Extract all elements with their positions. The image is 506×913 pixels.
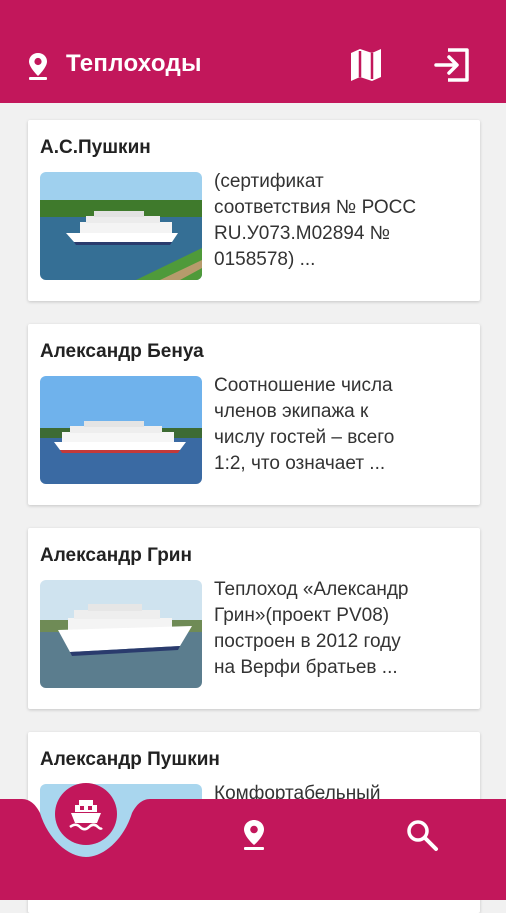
app-bar: Теплоходы [0, 0, 506, 103]
ship-name: Александр Пушкин [40, 749, 220, 770]
ship-photo [40, 580, 202, 688]
page-title: Теплоходы [66, 50, 202, 77]
ship-name: Александр Бенуа [40, 341, 204, 362]
ship-icon [69, 800, 103, 831]
ship-name: Александр Грин [40, 545, 192, 566]
ship-description: (сертификат соответствия № РОСС RU.У073.… [214, 171, 417, 270]
ship-card[interactable]: Александр Бенуа Соотношение числа членов… [28, 324, 480, 505]
ship-photo [40, 172, 202, 280]
logout-icon[interactable] [434, 47, 474, 83]
search-icon[interactable] [405, 818, 439, 852]
ship-photo [40, 376, 202, 484]
ship-card[interactable]: А.С.Пушкин (сертификат соответствия № РО… [28, 120, 480, 301]
ship-description: Соотношение числа членов экипажа к числу… [214, 375, 395, 474]
location-pin-icon [29, 53, 47, 80]
ship-description: Теплоход «Александр Грин»(проект PV08) п… [214, 579, 409, 678]
ship-card[interactable]: Александр Грин Теплоход «Александр Грин»… [28, 528, 480, 709]
ships-tab-button[interactable] [55, 783, 117, 845]
location-pin-icon[interactable] [240, 818, 268, 852]
map-icon[interactable] [349, 47, 383, 83]
ship-name: А.С.Пушкин [40, 137, 151, 158]
